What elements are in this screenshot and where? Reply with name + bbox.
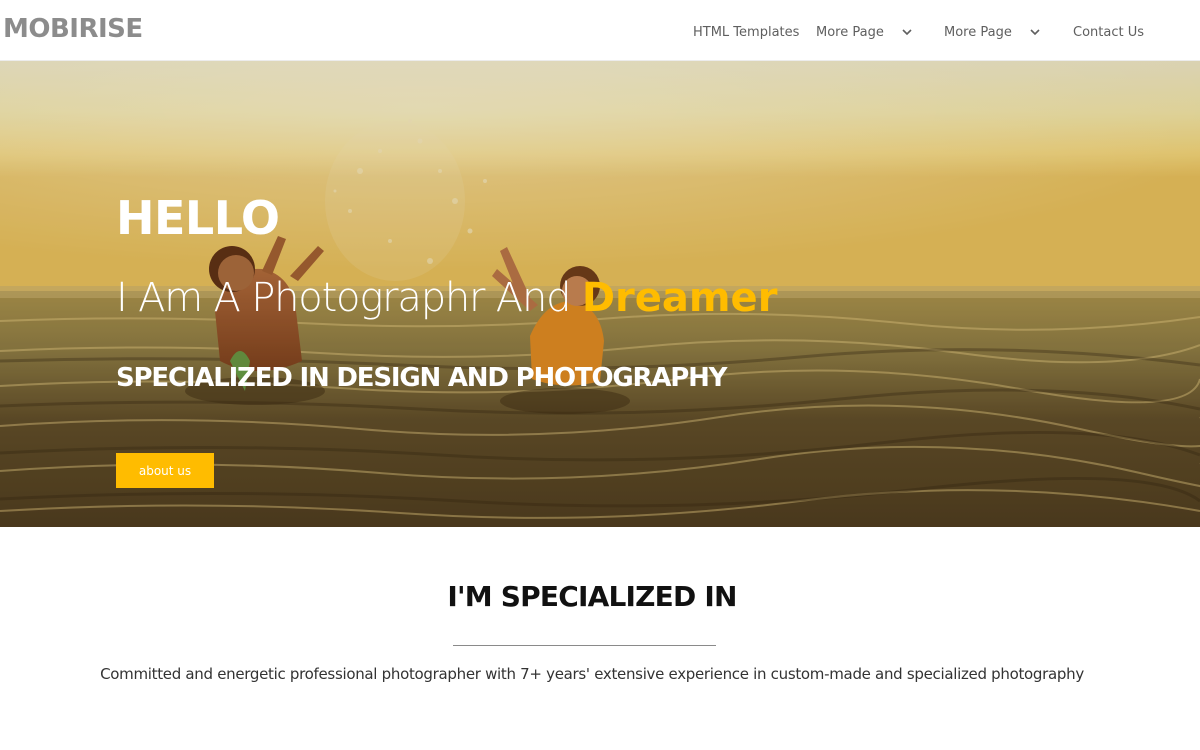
hero-subtitle-prefix: I Am A Photographr And — [116, 275, 582, 321]
chevron-down-icon — [1030, 29, 1040, 36]
navbar: MOBIRISE HTML Templates More Page More P… — [0, 0, 1200, 61]
brand-logo[interactable]: MOBIRISE — [3, 14, 143, 44]
hero-subtitle: I Am A Photographr And Dreamer — [116, 275, 777, 321]
section-description: Committed and energetic professional pho… — [100, 665, 1084, 683]
hero-section: HELLO I Am A Photographr And Dreamer SPE… — [0, 61, 1200, 527]
nav-item-label: HTML Templates — [693, 24, 800, 40]
nav-item-more-page-2[interactable]: More Page — [944, 22, 1042, 42]
chevron-down-icon — [902, 29, 912, 36]
nav-item-html-templates[interactable]: HTML Templates — [693, 22, 799, 42]
hero-subtitle-accent: Dreamer — [581, 275, 778, 321]
nav-item-label: Contact Us — [1073, 24, 1144, 40]
section-title: I'M SPECIALIZED IN — [447, 580, 737, 613]
nav-item-contact-us[interactable]: Contact Us — [1073, 22, 1144, 42]
nav-item-label: More Page — [816, 24, 884, 40]
hero-title: HELLO — [116, 191, 280, 245]
about-us-button[interactable]: about us — [116, 453, 214, 488]
nav-item-label: More Page — [944, 24, 1012, 40]
section-divider — [453, 645, 716, 646]
nav-item-more-page-1[interactable]: More Page — [816, 22, 914, 42]
hero-specialization: SPECIALIZED IN DESIGN AND PHOTOGRAPHY — [116, 363, 727, 393]
